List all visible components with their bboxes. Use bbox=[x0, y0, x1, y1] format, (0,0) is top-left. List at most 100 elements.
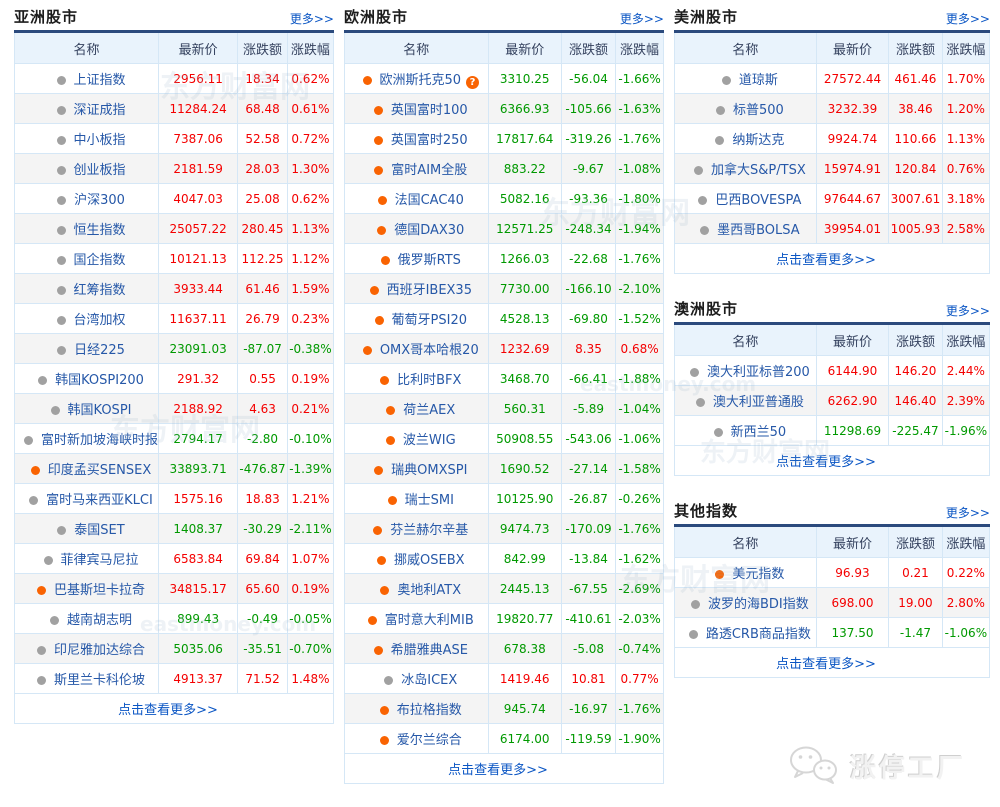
column-header-percent: 涨跌幅 bbox=[941, 31, 991, 64]
index-name-link[interactable]: 创业板指 bbox=[74, 163, 126, 178]
change-percent: 1.21% bbox=[286, 483, 335, 514]
change-amount: -105.66 bbox=[560, 93, 617, 124]
index-name-link[interactable]: 泰国SET bbox=[74, 523, 124, 538]
index-name-cell: 斯里兰卡科伦坡 bbox=[13, 663, 160, 694]
view-more-link[interactable]: 点击查看更多>> bbox=[776, 657, 876, 672]
index-name-link[interactable]: 德国DAX30 bbox=[394, 223, 464, 238]
change-percent: -1.08% bbox=[615, 153, 664, 184]
change-percent: -2.03% bbox=[615, 603, 664, 634]
table-row: OMX哥本哈根20 1232.69 8.35 0.68% bbox=[344, 333, 664, 364]
index-name-link[interactable]: 斯里兰卡科伦坡 bbox=[54, 673, 145, 688]
view-more-link[interactable]: 点击查看更多>> bbox=[776, 455, 876, 470]
change-percent: -1.76% bbox=[615, 693, 664, 724]
view-more-link[interactable]: 点击查看更多>> bbox=[448, 763, 548, 778]
index-name-link[interactable]: 巴基斯坦卡拉奇 bbox=[54, 583, 145, 598]
index-name-link[interactable]: 路透CRB商品指数 bbox=[706, 627, 811, 642]
bullet-icon bbox=[694, 166, 704, 175]
change-percent: -0.38% bbox=[286, 333, 335, 364]
column-europe: 欧洲股市 更多>> 名称 最新价 涨跌额 涨跌幅 欧洲斯托克50? 3310.25… bbox=[344, 5, 664, 807]
index-name-link[interactable]: 荷兰AEX bbox=[403, 403, 455, 418]
latest-price: 1419.46 bbox=[487, 663, 562, 694]
bullet-icon bbox=[713, 428, 723, 437]
column-header-change: 涨跌额 bbox=[560, 31, 617, 64]
more-link[interactable]: 更多>> bbox=[290, 10, 334, 27]
index-name-link[interactable]: 纳斯达克 bbox=[732, 133, 784, 148]
index-name-link[interactable]: 新西兰50 bbox=[731, 425, 787, 440]
index-name-link[interactable]: 日经225 bbox=[74, 343, 125, 358]
index-name-link[interactable]: 标普500 bbox=[733, 103, 784, 118]
index-name-link[interactable]: 富时意大利MIB bbox=[385, 613, 474, 628]
index-name-link[interactable]: 加拿大S&P/TSX bbox=[711, 163, 806, 178]
view-more-link[interactable]: 点击查看更多>> bbox=[776, 253, 876, 268]
index-name-link[interactable]: 富时新加坡海峡时报 bbox=[41, 433, 158, 448]
index-name-link[interactable]: 英国富时250 bbox=[391, 133, 468, 148]
index-name-link[interactable]: 印度孟买SENSEX bbox=[48, 463, 152, 478]
index-name-link[interactable]: 希腊雅典ASE bbox=[391, 643, 468, 658]
index-name-link[interactable]: 台湾加权 bbox=[74, 313, 126, 328]
bullet-icon bbox=[37, 586, 46, 595]
more-link[interactable]: 更多>> bbox=[620, 10, 664, 27]
index-name-link[interactable]: 葡萄牙PSI20 bbox=[392, 313, 467, 328]
index-name-link[interactable]: 法国CAC40 bbox=[395, 193, 464, 208]
index-name-link[interactable]: 欧洲斯托克50 bbox=[380, 73, 462, 88]
index-name-link[interactable]: 西班牙IBEX35 bbox=[387, 283, 472, 298]
bullet-icon bbox=[56, 106, 66, 115]
index-name-link[interactable]: 国企指数 bbox=[74, 253, 126, 268]
index-name-link[interactable]: 印尼雅加达综合 bbox=[54, 643, 145, 658]
change-amount: -410.61 bbox=[560, 603, 617, 634]
index-name-link[interactable]: 瑞士SMI bbox=[405, 493, 454, 508]
index-name-link[interactable]: 英国富时100 bbox=[391, 103, 468, 118]
table-row: 澳大利亚普通股 6262.90 146.40 2.39% bbox=[674, 385, 991, 416]
more-link[interactable]: 更多>> bbox=[946, 504, 990, 521]
change-percent: -1.52% bbox=[615, 303, 664, 334]
index-name-link[interactable]: 波兰WIG bbox=[403, 433, 456, 448]
bullet-icon bbox=[374, 166, 384, 175]
index-name-link[interactable]: 澳大利亚标普200 bbox=[707, 365, 810, 380]
index-name-link[interactable]: 深证成指 bbox=[74, 103, 126, 118]
change-percent: -0.05% bbox=[286, 603, 335, 634]
index-name-link[interactable]: 韩国KOSPI200 bbox=[55, 373, 144, 388]
index-name-link[interactable]: 富时马来西亚KLCI bbox=[46, 493, 153, 508]
column-header-price: 最新价 bbox=[815, 31, 890, 64]
help-icon[interactable]: ? bbox=[466, 75, 480, 89]
change-percent: 1.13% bbox=[941, 123, 991, 154]
change-amount: 68.48 bbox=[237, 93, 288, 124]
index-name-link[interactable]: 沪深300 bbox=[74, 193, 125, 208]
latest-price: 1266.03 bbox=[487, 243, 562, 274]
index-name-link[interactable]: 瑞典OMXSPI bbox=[391, 463, 467, 478]
index-name-link[interactable]: 美元指数 bbox=[732, 567, 784, 582]
index-name-link[interactable]: OMX哥本哈根20 bbox=[380, 343, 479, 358]
bullet-icon bbox=[715, 570, 725, 579]
index-name-link[interactable]: 墨西哥BOLSA bbox=[717, 223, 800, 238]
index-name-link[interactable]: 俄罗斯RTS bbox=[398, 253, 461, 268]
index-name-link[interactable]: 中小板指 bbox=[74, 133, 126, 148]
view-more-link[interactable]: 点击查看更多>> bbox=[118, 703, 218, 718]
index-name-link[interactable]: 富时AIM全股 bbox=[391, 163, 467, 178]
index-name-link[interactable]: 红筹指数 bbox=[74, 283, 126, 298]
index-name-cell: 沪深300 bbox=[13, 183, 160, 214]
table-row: 澳大利亚标普200 6144.90 146.20 2.44% bbox=[674, 355, 991, 386]
index-name-link[interactable]: 波罗的海BDI指数 bbox=[708, 597, 809, 612]
index-name-link[interactable]: 越南胡志明 bbox=[67, 613, 132, 628]
index-name-link[interactable]: 冰岛ICEX bbox=[401, 673, 457, 688]
index-name-link[interactable]: 巴西BOVESPA bbox=[715, 193, 801, 208]
column-header-price: 最新价 bbox=[487, 31, 562, 64]
index-name-link[interactable]: 道琼斯 bbox=[739, 73, 778, 88]
index-name-link[interactable]: 芬兰赫尔辛基 bbox=[390, 523, 468, 538]
index-name-link[interactable]: 挪威OSEBX bbox=[394, 553, 465, 568]
index-name-link[interactable]: 比利时BFX bbox=[397, 373, 461, 388]
index-name-link[interactable]: 菲律宾马尼拉 bbox=[61, 553, 139, 568]
index-name-link[interactable]: 澳大利亚普通股 bbox=[713, 395, 804, 410]
bullet-icon bbox=[373, 646, 383, 655]
index-name-link[interactable]: 上证指数 bbox=[74, 73, 126, 88]
index-name-link[interactable]: 爱尔兰综合 bbox=[397, 733, 462, 748]
more-link[interactable]: 更多>> bbox=[946, 302, 990, 319]
more-link[interactable]: 更多>> bbox=[946, 10, 990, 27]
index-name-link[interactable]: 布拉格指数 bbox=[397, 703, 462, 718]
change-amount: 10.81 bbox=[560, 663, 617, 694]
bullet-icon bbox=[50, 616, 59, 625]
index-name-link[interactable]: 恒生指数 bbox=[74, 223, 126, 238]
bullet-icon bbox=[56, 286, 66, 295]
index-name-link[interactable]: 韩国KOSPI bbox=[68, 403, 132, 418]
index-name-link[interactable]: 奥地利ATX bbox=[397, 583, 461, 598]
